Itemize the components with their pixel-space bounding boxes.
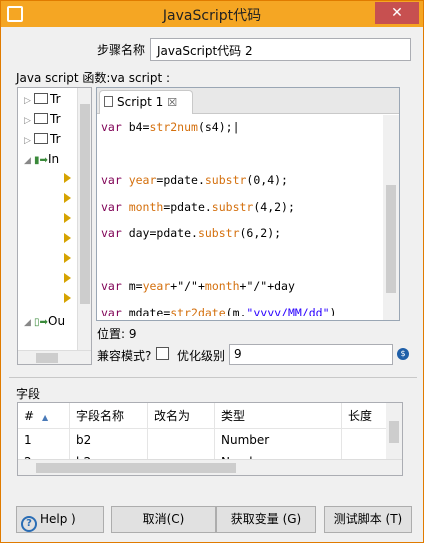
editor-vertical-scrollbar[interactable] [383, 115, 399, 320]
code-line[interactable]: var b4=str2num(s4);| [101, 120, 240, 136]
optimization-level-input[interactable]: 9 [229, 344, 393, 365]
cancel-button[interactable]: 取消(C) [111, 506, 216, 533]
column-header-index[interactable]: # ▲ [18, 403, 70, 429]
table-header: # ▲ 字段名称 改名为 类型 长度 [18, 403, 388, 429]
tab-label: Script 1 [117, 95, 164, 109]
tree-item-label: Tr [50, 132, 61, 146]
cell-index: 1 [18, 429, 70, 451]
field-icon [64, 173, 71, 183]
code-line[interactable]: var m=year+"/"+month+"/"+day [101, 279, 295, 295]
tree-folder-transform[interactable]: ▷ Tr [24, 132, 61, 150]
scrollbar-thumb[interactable] [36, 463, 236, 473]
code-area[interactable]: var b4=str2num(s4);| var year=pdate.subst… [101, 116, 379, 316]
editor-tab-bar: Script 1 ☒ [97, 88, 399, 114]
tab-script-1[interactable]: Script 1 ☒ [99, 90, 193, 114]
table-horizontal-scrollbar[interactable] [18, 459, 402, 475]
field-icon [64, 233, 71, 243]
folder-icon [34, 113, 48, 124]
title-bar: JavaScript代码 ✕ [1, 1, 423, 27]
column-header-length[interactable]: 长度 [342, 403, 388, 429]
scrollbar-thumb[interactable] [389, 421, 399, 443]
table-row[interactable]: 1 b2 Number [18, 429, 388, 451]
tree-field-leaf[interactable] [64, 252, 71, 270]
fields-table[interactable]: #▲ 字段名称 改名为 类型 长度 1 b2 Number 2 b2 Numbe… [17, 402, 403, 476]
expand-arrow-icon[interactable]: ▷ [24, 96, 34, 106]
cell-length[interactable] [342, 429, 388, 451]
tree-field-leaf[interactable] [64, 172, 71, 190]
test-script-button[interactable]: 测试脚本 (T) [324, 506, 412, 533]
fields-section-label: 字段 [16, 387, 41, 401]
code-line[interactable]: var year=pdate.substr(0,4); [101, 173, 288, 189]
help-button[interactable]: ? Help ) [16, 506, 104, 533]
tree-field-leaf[interactable] [64, 232, 71, 250]
sort-ascending-icon: ▲ [42, 413, 49, 422]
tab-close-icon[interactable]: ☒ [167, 96, 177, 109]
script-file-icon [104, 96, 113, 107]
field-icon [64, 293, 71, 303]
functions-label: Java script 函数:va script : [16, 71, 171, 85]
step-name-input[interactable]: JavaScript代码 2 [150, 38, 411, 61]
tree-folder-transform[interactable]: ▷ Tr [24, 92, 61, 110]
step-name-label: 步骤名称 [97, 43, 146, 57]
section-divider [9, 377, 417, 378]
folder-icon [34, 133, 48, 144]
expand-arrow-icon[interactable]: ◢ [24, 318, 34, 328]
column-header-rename[interactable]: 改名为 [148, 403, 215, 429]
column-label: # [24, 409, 35, 423]
get-variables-button[interactable]: 获取变量 (G) [216, 506, 316, 533]
field-icon [64, 213, 71, 223]
tree-folder-transform[interactable]: ▷ Tr [24, 112, 61, 130]
tree-item-label: In [48, 152, 60, 166]
scrollbar-thumb[interactable] [386, 185, 396, 293]
tree-field-leaf[interactable] [64, 292, 71, 310]
tree-item-label: Tr [50, 112, 61, 126]
expand-arrow-icon[interactable]: ▷ [24, 116, 34, 126]
tree-vertical-scrollbar[interactable] [77, 88, 91, 350]
help-icon: ? [21, 516, 37, 532]
close-button[interactable]: ✕ [375, 2, 419, 24]
help-label: Help [40, 512, 68, 526]
compat-mode-checkbox[interactable] [156, 347, 169, 360]
compat-mode-label: 兼容模式? [97, 349, 152, 363]
folder-icon [34, 93, 48, 104]
cell-type[interactable]: Number [215, 429, 342, 451]
script-editor[interactable]: Script 1 ☒ var b4=str2num(s4);| var year=p… [96, 87, 400, 321]
output-fields-icon: ▯➡ [34, 317, 48, 328]
variable-dollar-icon[interactable]: $ [397, 348, 409, 360]
dialog-window: JavaScript代码 ✕ 步骤名称 JavaScript代码 2 Java … [0, 0, 424, 543]
tree-horizontal-scrollbar[interactable] [18, 350, 91, 364]
cell-rename[interactable] [148, 429, 215, 451]
code-line[interactable]: var month=pdate.substr(4,2); [101, 200, 295, 216]
tree-item-label: Tr [50, 92, 61, 106]
function-tree[interactable]: ▷ Tr ▷ Tr ▷ Tr ◢ ▮➡In ◢ ▯➡Ou [17, 87, 92, 365]
column-header-type[interactable]: 类型 [215, 403, 342, 429]
tree-field-leaf[interactable] [64, 192, 71, 210]
column-header-fieldname[interactable]: 字段名称 [70, 403, 148, 429]
field-icon [64, 253, 71, 263]
field-icon [64, 193, 71, 203]
code-line[interactable]: var day=pdate.substr(6,2); [101, 226, 281, 242]
expand-arrow-icon[interactable]: ▷ [24, 136, 34, 146]
scrollbar-thumb[interactable] [36, 353, 58, 363]
tree-field-leaf[interactable] [64, 272, 71, 290]
tree-input-fields[interactable]: ◢ ▮➡In [24, 152, 59, 170]
cell-fieldname[interactable]: b2 [70, 429, 148, 451]
cursor-position: 位置: 9 [97, 327, 137, 341]
optimization-level-label: 优化级别 [177, 349, 226, 363]
field-icon [64, 273, 71, 283]
tree-item-label: Ou [48, 314, 66, 328]
help-label-suffix: ) [71, 512, 76, 526]
collapse-arrow-icon[interactable]: ◢ [24, 156, 34, 166]
tree-output-fields[interactable]: ◢ ▯➡Ou [24, 314, 65, 332]
input-fields-icon: ▮➡ [34, 155, 48, 166]
scrollbar-thumb[interactable] [80, 104, 90, 304]
table-vertical-scrollbar[interactable] [386, 403, 402, 461]
code-line[interactable]: var mdate=str2date(m,"yyyy/MM/dd") [101, 306, 336, 317]
window-title: JavaScript代码 [162, 8, 262, 24]
tree-field-leaf[interactable] [64, 212, 71, 230]
